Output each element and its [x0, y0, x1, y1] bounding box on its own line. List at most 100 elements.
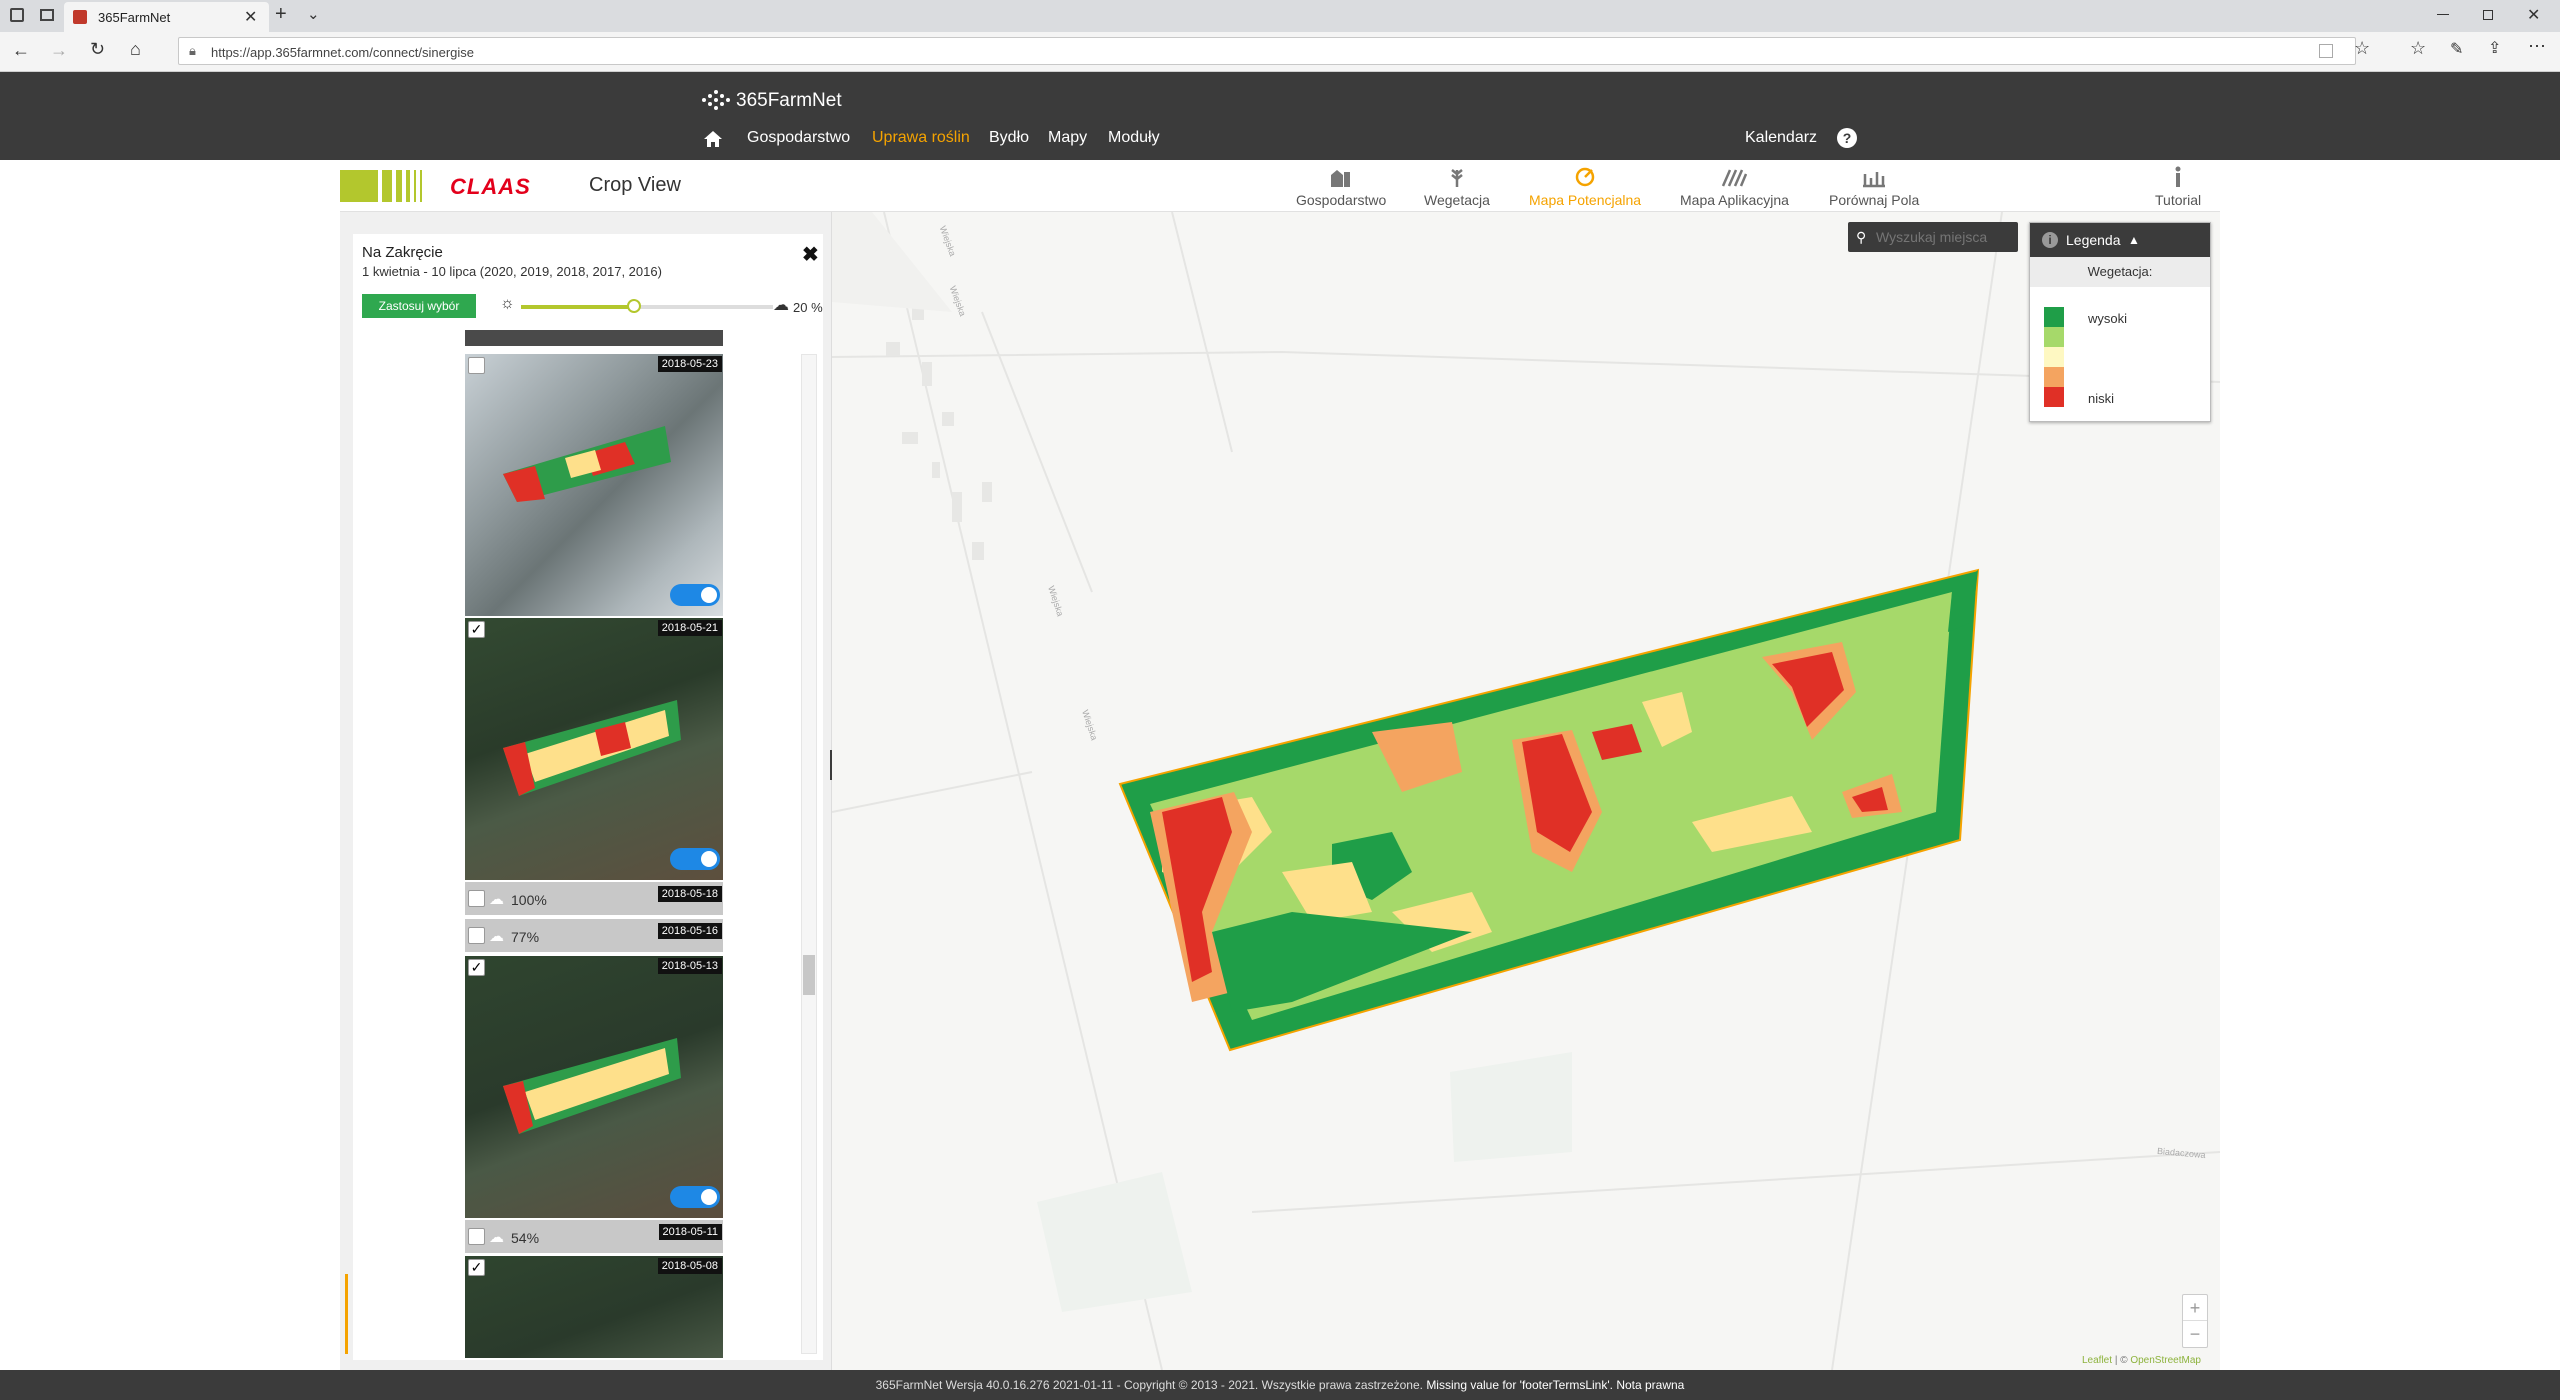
legend-scale: [2044, 307, 2064, 407]
tab-close-icon[interactable]: ✕: [244, 7, 257, 27]
osm-link[interactable]: OpenStreetMap: [2130, 1355, 2201, 1366]
slider-handle[interactable]: [627, 299, 641, 313]
image-date: 2018-05-08: [657, 1258, 722, 1274]
app-header: 365FarmNet Gospodarstwo Uprawa roślin By…: [0, 72, 2560, 160]
image-date: 2018-05-13: [657, 958, 722, 974]
cloud-icon: ☁: [773, 297, 789, 314]
cloudy-image-row[interactable]: ☁ 100% 2018-05-18: [465, 882, 723, 915]
tool-mapa-aplikacyjna[interactable]: Mapa Aplikacyjna: [1680, 166, 1789, 208]
satellite-thumbnail[interactable]: ✓ 2018-05-08: [465, 1256, 723, 1358]
tab-list-icon[interactable]: ⌄: [307, 5, 320, 23]
map-canvas: [832, 212, 2220, 1370]
legend-title: Legenda: [2066, 232, 2121, 248]
nav-moduly[interactable]: Moduły: [1108, 129, 1160, 147]
field-overlay: [503, 700, 681, 796]
tool-gospodarstwo[interactable]: Gospodarstwo: [1296, 166, 1386, 208]
field-name: Na Zakręcie: [362, 244, 443, 261]
lock-icon: 🔒︎: [189, 43, 196, 58]
nav-uprawa-roslin[interactable]: Uprawa roślin: [872, 129, 970, 147]
image-toggle[interactable]: [670, 848, 720, 870]
new-tab-icon[interactable]: +: [275, 3, 287, 26]
tool-wegetacja[interactable]: Wegetacja: [1424, 166, 1490, 208]
image-date: 2018-05-23: [657, 356, 722, 372]
farmnet-logo-icon: [702, 90, 730, 110]
close-window-icon[interactable]: ✕: [2527, 5, 2540, 25]
tool-porownaj-pola[interactable]: Porównaj Pola: [1829, 166, 1919, 208]
application-map-icon: [1722, 169, 1748, 187]
search-input[interactable]: [1876, 226, 2012, 248]
cloud-percent: 77%: [511, 929, 540, 945]
satellite-thumbnail[interactable]: ✓ 2018-05-21: [465, 618, 723, 880]
zoom-control: + −: [2182, 1294, 2208, 1348]
back-icon[interactable]: ←: [12, 40, 30, 61]
home-nav-icon[interactable]: [703, 130, 723, 148]
image-list-scrollbar[interactable]: [801, 354, 817, 1354]
footer-missing-link: Missing value for 'footerTermsLink'.: [1426, 1378, 1613, 1392]
nav-bydlo[interactable]: Bydło: [989, 129, 1029, 147]
chevron-up-icon[interactable]: ▲: [2128, 223, 2140, 257]
browser-tab[interactable]: 365FarmNet ✕: [64, 2, 269, 32]
tool-tutorial-label: Tutorial: [2155, 192, 2202, 208]
scroll-thumb[interactable]: [803, 955, 815, 995]
image-checkbox[interactable]: [468, 357, 485, 374]
refresh-icon[interactable]: ↻: [90, 39, 105, 60]
image-checkbox[interactable]: ✓: [468, 1259, 485, 1276]
cloud-icon: ☁: [489, 928, 504, 945]
farm-icon: [1331, 170, 1351, 187]
zoom-in-button[interactable]: +: [2183, 1295, 2207, 1321]
nav-mapy[interactable]: Mapy: [1048, 129, 1087, 147]
image-toggle[interactable]: [670, 1186, 720, 1208]
footer-legal-link[interactable]: Nota prawna: [1616, 1378, 1684, 1392]
restore-icon[interactable]: [2483, 10, 2493, 20]
minimize-icon[interactable]: [2437, 14, 2449, 15]
help-icon[interactable]: ?: [1837, 128, 1857, 148]
satellite-thumbnail[interactable]: [465, 330, 723, 346]
favicon-icon: [73, 10, 87, 24]
cloud-cover-slider[interactable]: [521, 299, 773, 313]
cloudy-image-row[interactable]: ☁ 77% 2018-05-16: [465, 919, 723, 952]
browser-tab-bar: 365FarmNet ✕ + ⌄ ✕: [0, 0, 2560, 32]
image-checkbox[interactable]: [468, 890, 485, 907]
legend-panel: i Legenda ▲ Wegetacja: wysoki niski: [2029, 222, 2211, 422]
compare-fields-icon: [1863, 172, 1886, 188]
share-icon[interactable]: ⇪: [2488, 38, 2501, 58]
home-icon[interactable]: ⌂: [130, 39, 141, 60]
pen-icon[interactable]: ✎: [2450, 39, 2463, 59]
tool-mapa-potencjalna-label: Mapa Potencjalna: [1529, 192, 1642, 208]
legend-swatch: [2044, 347, 2064, 367]
leaflet-link[interactable]: Leaflet: [2082, 1355, 2112, 1366]
reading-view-icon[interactable]: [2319, 44, 2333, 58]
url-field[interactable]: 🔒︎ https://app.365farmnet.com/connect/si…: [178, 37, 2356, 65]
cloud-icon: ☁: [489, 891, 504, 908]
claas-logo: CLAAS: [450, 174, 531, 199]
satellite-thumbnail[interactable]: 2018-05-23: [465, 354, 723, 616]
tool-tutorial[interactable]: Tutorial: [2155, 166, 2201, 208]
apply-selection-button[interactable]: Zastosuj wybór: [362, 294, 476, 318]
place-search[interactable]: ⚲: [1848, 222, 2018, 252]
tool-mapa-potencjalna[interactable]: Mapa Potencjalna: [1529, 166, 1641, 208]
tab-actions-icon[interactable]: [10, 8, 24, 22]
potential-map-icon: [1575, 167, 1595, 187]
tab-set-aside-icon[interactable]: [40, 9, 54, 21]
calendar-link[interactable]: Kalendarz: [1745, 129, 1817, 147]
image-checkbox[interactable]: ✓: [468, 621, 485, 638]
sun-icon: ☼: [500, 295, 515, 312]
image-checkbox[interactable]: ✓: [468, 959, 485, 976]
favorite-star-icon[interactable]: ☆: [2354, 38, 2370, 59]
image-checkbox[interactable]: [468, 1228, 485, 1245]
favorites-icon[interactable]: ☆: [2410, 38, 2426, 59]
close-panel-icon[interactable]: ✖: [802, 242, 819, 267]
forward-icon[interactable]: →: [50, 40, 68, 61]
image-date: 2018-05-21: [657, 620, 722, 636]
satellite-thumbnail[interactable]: ✓ 2018-05-13: [465, 956, 723, 1218]
zoom-out-button[interactable]: −: [2183, 1321, 2207, 1347]
legend-header[interactable]: i Legenda ▲: [2030, 223, 2210, 257]
image-checkbox[interactable]: [468, 927, 485, 944]
attribution-separator: | ©: [2114, 1355, 2131, 1366]
map-view[interactable]: Wiejska Wiejska Wiejska Wiejska Biadaczo…: [832, 212, 2220, 1370]
image-toggle[interactable]: [670, 584, 720, 606]
more-icon[interactable]: ⋯: [2528, 36, 2546, 57]
cloudy-image-row[interactable]: ☁ 54% 2018-05-11: [465, 1220, 723, 1253]
orange-marker: [345, 1274, 348, 1354]
nav-gospodarstwo[interactable]: Gospodarstwo: [747, 129, 850, 147]
